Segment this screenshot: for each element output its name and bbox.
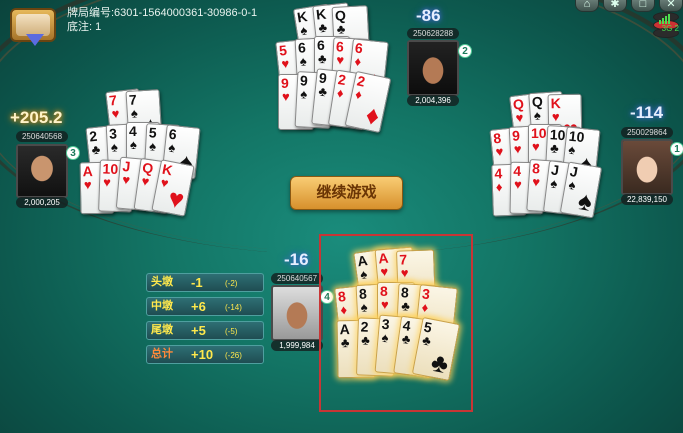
avatar-right[interactable] [621,139,673,195]
coins-right: 22,839,150 [621,194,673,205]
round-info: 牌局编号:6301-1564000361-30986-0-1 底注: 1 [67,6,257,34]
window-icon[interactable]: □ [631,0,655,12]
player-id-top: 250628288 [407,28,459,39]
player-id-right: 250029864 [621,127,673,138]
coins-top: 2,004,396 [407,95,459,106]
base-bet: 底注: 1 [67,21,102,33]
coins-left: 2,000,205 [16,197,68,208]
seat-badge-right: 1 [670,142,683,156]
signal-icon [659,12,673,24]
score-right: -114 [630,103,664,122]
result-row-back: 尾墩 +5 (-5) [146,321,264,340]
score-me: -16 [284,250,309,269]
network-label: 3G 2 [661,24,679,33]
continue-game-button[interactable]: 继续游戏 [290,176,403,210]
settings-icon[interactable]: ✱ [603,0,627,12]
avatar-me[interactable] [271,285,323,341]
coins-me: 1,999,984 [271,340,323,351]
menu-button[interactable] [10,8,56,46]
top-toolbar: ⌂ ✱ □ ✕ [575,0,683,12]
score-top: -86 [416,6,441,25]
result-row-middle: 中墩 +6 (-14) [146,297,264,316]
home-icon[interactable]: ⌂ [575,0,599,12]
player-id-left: 250640568 [16,131,68,142]
avatar-top[interactable] [407,40,459,96]
dropdown-arrow-icon [26,34,44,46]
round-id: 牌局编号:6301-1564000361-30986-0-1 [67,7,258,19]
result-row-total: 总计 +10 (-26) [146,345,264,364]
result-row-front: 头墩 -1 (-2) [146,273,264,292]
avatar-left[interactable] [16,144,68,198]
seat-badge-left: 3 [66,146,80,160]
player-id-me: 250640567 [271,273,323,284]
seat-badge-top: 2 [458,44,472,58]
score-left: +205.2 [10,108,63,127]
close-icon[interactable]: ✕ [659,0,683,12]
